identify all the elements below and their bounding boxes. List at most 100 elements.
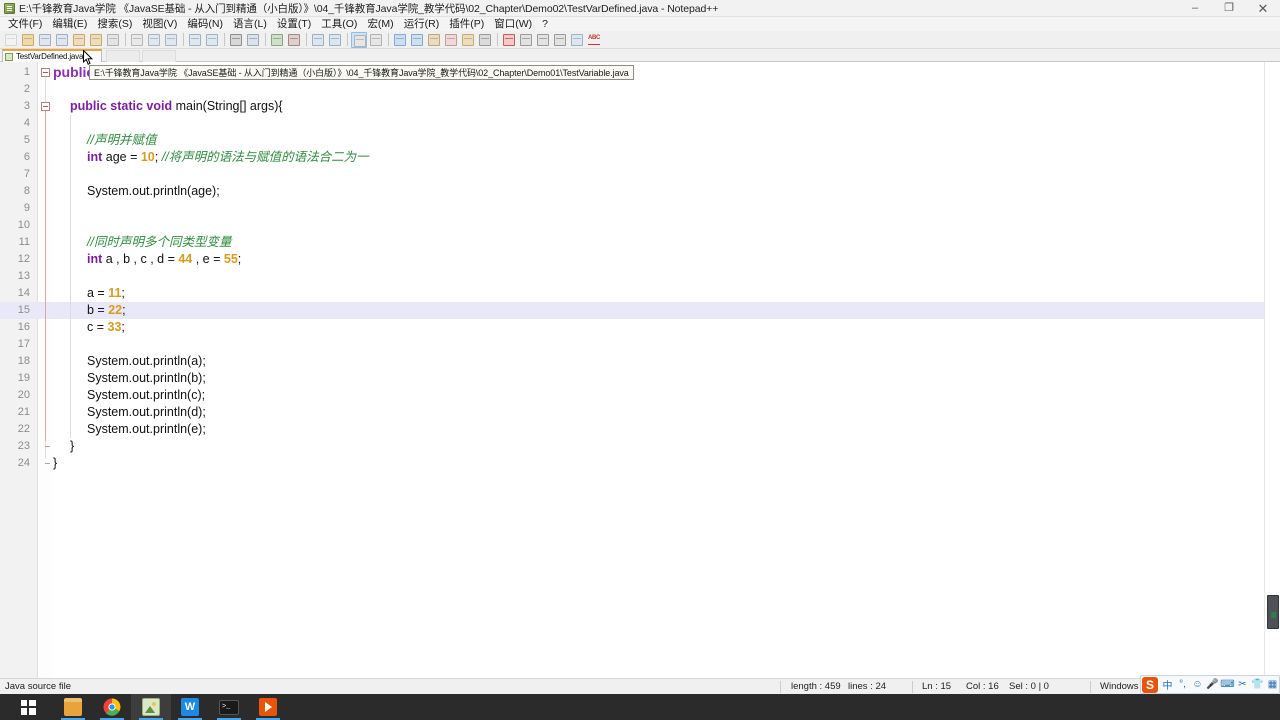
code-line[interactable]: 3 public static void main(String[] args){ [0, 98, 1280, 115]
sogou-ime-toolbar[interactable]: S 中 °, ☺ 🎤 ⌨ ✂ 👕 ▦ [1140, 675, 1280, 694]
cut-icon[interactable] [129, 32, 145, 48]
vertical-scrollbar[interactable] [1264, 62, 1280, 678]
taskbar-chrome-icon[interactable] [92, 694, 132, 720]
menu-item-run[interactable]: 运行(R) [399, 17, 445, 31]
maximize-button[interactable]: ❐ [1212, 0, 1246, 17]
indent-guide-icon[interactable] [392, 32, 408, 48]
code-line[interactable]: 24} [0, 455, 1280, 472]
code-line[interactable]: 23} [0, 438, 1280, 455]
menu-item-macro[interactable]: 宏(M) [362, 17, 398, 31]
fold-toggle-line-3[interactable] [41, 102, 50, 111]
ime-chinese-mode-icon[interactable]: 中 [1160, 677, 1175, 693]
code-line[interactable]: 5 //声明并赋值 [0, 132, 1280, 149]
code-line[interactable]: 22 System.out.println(e); [0, 421, 1280, 438]
code-line[interactable]: 17 [0, 336, 1280, 353]
close-file-icon[interactable] [71, 32, 87, 48]
play-multi-macro-icon[interactable] [552, 32, 568, 48]
code-editor[interactable]: 1 public 2 3 public static void main(String[… [0, 62, 1280, 678]
windows-start-icon[interactable] [8, 694, 48, 720]
show-all-chars-icon[interactable] [368, 32, 384, 48]
ime-toolbox-icon[interactable]: ✂ [1235, 677, 1250, 693]
zoom-in-icon[interactable] [269, 32, 285, 48]
menu-item-search[interactable]: 搜索(S) [92, 17, 137, 31]
word-wrap-icon[interactable] [351, 31, 367, 48]
paste-icon[interactable] [163, 32, 179, 48]
code-token: 10 [140, 150, 155, 164]
code-line[interactable]: 14 a = 11; [0, 285, 1280, 302]
folder-workspace-icon[interactable] [460, 32, 476, 48]
ui-doc-map-icon[interactable] [409, 32, 425, 48]
code-line[interactable]: 7 [0, 166, 1280, 183]
save-all-icon[interactable] [54, 32, 70, 48]
menu-item-plugins[interactable]: 插件(P) [444, 17, 489, 31]
code-line[interactable]: 20 System.out.println(c); [0, 387, 1280, 404]
open-file-icon[interactable] [20, 32, 36, 48]
menu-item-settings[interactable]: 设置(T) [272, 17, 316, 31]
vertical-scrollbar-thumb[interactable] [1267, 595, 1279, 629]
code-line[interactable]: 13 [0, 268, 1280, 285]
code-line[interactable]: 10 [0, 217, 1280, 234]
ime-punctuation-icon[interactable]: °, [1175, 677, 1190, 693]
print-icon[interactable] [105, 32, 121, 48]
menu-item-window[interactable]: 窗口(W) [489, 17, 537, 31]
menu-item-edit[interactable]: 编辑(E) [47, 17, 92, 31]
sync-v-scroll-icon[interactable] [310, 32, 326, 48]
code-line[interactable]: 2 [0, 81, 1280, 98]
ime-emoji-icon[interactable]: ☺ [1190, 677, 1205, 693]
code-line[interactable]: 9 [0, 200, 1280, 217]
menu-item-encoding[interactable]: 编码(N) [182, 17, 228, 31]
code-line[interactable]: 4 [0, 115, 1280, 132]
spell-check-icon[interactable]: ABC [586, 32, 602, 48]
replace-icon[interactable] [245, 32, 261, 48]
taskbar-file-explorer-icon[interactable] [53, 694, 93, 720]
zoom-out-icon[interactable] [286, 32, 302, 48]
fold-toggle-line-1[interactable] [41, 68, 50, 77]
save-icon[interactable] [37, 32, 53, 48]
menu-item-tools[interactable]: 工具(O) [316, 17, 362, 31]
taskbar-terminal-icon[interactable]: >_ [209, 694, 249, 720]
code-text: c = 33; [87, 319, 125, 336]
stop-macro-icon[interactable] [518, 32, 534, 48]
play-macro-icon[interactable] [535, 32, 551, 48]
undo-icon[interactable] [187, 32, 203, 48]
code-line[interactable]: 16 c = 33; [0, 319, 1280, 336]
redo-icon[interactable] [204, 32, 220, 48]
taskbar-photos-icon[interactable] [131, 694, 171, 720]
code-line[interactable]: 12 int a , b , c , d = 44 , e = 55; [0, 251, 1280, 268]
monitor-icon[interactable] [477, 32, 493, 48]
doc-switcher-icon[interactable] [443, 32, 459, 48]
code-line[interactable]: 21 System.out.println(d); [0, 404, 1280, 421]
ime-soft-keyboard-icon[interactable]: ⌨ [1220, 677, 1235, 693]
new-file-icon[interactable] [3, 32, 19, 48]
code-line[interactable]: 19 System.out.println(b); [0, 370, 1280, 387]
toolbar-separator [265, 33, 266, 46]
record-macro-icon[interactable] [501, 32, 517, 48]
close-all-icon[interactable] [88, 32, 104, 48]
taskbar-wps-icon[interactable]: W [170, 694, 210, 720]
code-line[interactable]: 6 int age = 10; //将声明的语法与赋值的语法合二为一 [0, 149, 1280, 166]
save-macro-icon[interactable] [569, 32, 585, 48]
menu-item-view[interactable]: 视图(V) [137, 17, 182, 31]
window-controls: – ❐ ✕ [1178, 0, 1280, 17]
find-icon[interactable] [228, 32, 244, 48]
tab-testvardefined[interactable]: TestVarDefined.java [2, 49, 102, 62]
sogou-logo-icon[interactable]: S [1142, 676, 1158, 693]
ime-menu-icon[interactable]: ▦ [1265, 677, 1280, 693]
close-button[interactable]: ✕ [1246, 0, 1280, 17]
line-number: 8 [23, 185, 30, 197]
code-line[interactable]: 15 b = 22; [0, 302, 1280, 319]
ime-voice-input-icon[interactable]: 🎤 [1205, 677, 1220, 693]
code-line[interactable]: 18 System.out.println(a); [0, 353, 1280, 370]
ime-skin-icon[interactable]: 👕 [1250, 677, 1265, 693]
menu-item-help[interactable]: ? [537, 17, 553, 31]
code-text: System.out.println(a); [87, 353, 206, 370]
menu-item-file[interactable]: 文件(F) [3, 17, 47, 31]
function-list-icon[interactable] [426, 32, 442, 48]
copy-icon[interactable] [146, 32, 162, 48]
sync-h-scroll-icon[interactable] [327, 32, 343, 48]
menu-item-language[interactable]: 语言(L) [228, 17, 272, 31]
code-line[interactable]: 8 System.out.println(age); [0, 183, 1280, 200]
code-line[interactable]: 11 //同时声明多个同类型变量 [0, 234, 1280, 251]
taskbar-presentation-icon[interactable] [248, 694, 288, 720]
minimize-button[interactable]: – [1178, 0, 1212, 17]
